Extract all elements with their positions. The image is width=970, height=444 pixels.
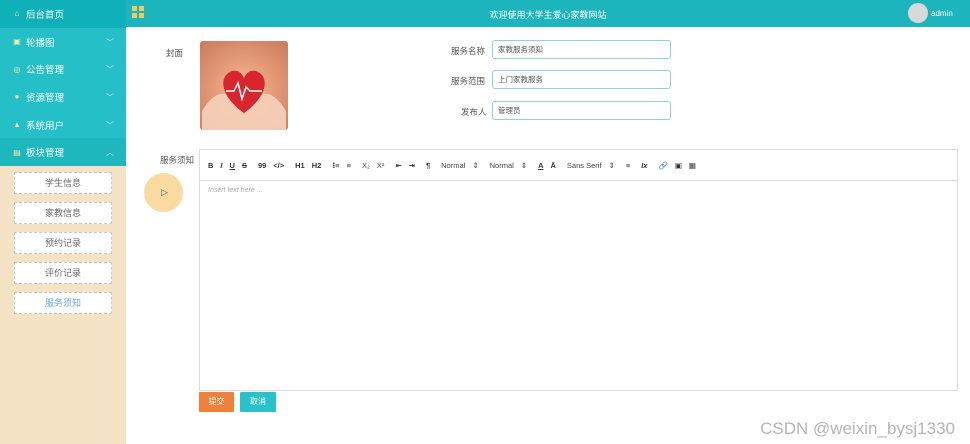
module-icon: ▤ [13, 147, 21, 157]
chevron-down-icon: ﹀ [106, 93, 114, 103]
image-icon[interactable]: ▣ [675, 161, 682, 170]
submit-button[interactable]: 提交 [199, 392, 234, 412]
user-icon: ▲ [13, 120, 21, 130]
background-color-button[interactable]: Ā [551, 161, 556, 170]
cursor-icon: ▷ [161, 187, 168, 197]
indent-button[interactable]: ⇥ [409, 161, 415, 170]
code-button[interactable]: </> [273, 161, 284, 170]
underline-button[interactable]: U [230, 161, 235, 170]
rich-text-editor: B I U S 99 </> H1 H2 ⁝≡ ≡ X₂ X² ⇤ ⇥ ¶ No… [199, 149, 958, 391]
notice-label: 服务须知 [160, 155, 195, 165]
header-title: 欢迎使用大学生爱心家教网站 [489, 10, 607, 20]
editor-textarea[interactable]: Insert text here ... [200, 181, 957, 200]
home-icon: ⌂ [14, 9, 20, 19]
service-name-input[interactable]: 家教服务须知 [492, 40, 671, 59]
bullet-list-button[interactable]: ≡ [347, 161, 351, 170]
sidebar-item-label: 资源管理 [26, 92, 65, 104]
video-icon[interactable]: ▦ [689, 161, 696, 170]
submenu-item-tutor[interactable]: 家教信息 [14, 202, 112, 225]
blockquote-button[interactable]: 99 [258, 161, 266, 170]
avatar[interactable] [908, 3, 928, 23]
publisher-input[interactable]: 管理员 [492, 101, 671, 120]
publisher-label: 发布人 [461, 107, 487, 117]
link-icon[interactable]: 🔗 [658, 161, 667, 170]
italic-button[interactable]: I [220, 161, 222, 170]
username[interactable]: admin [931, 9, 953, 18]
sidebar-menu: ⌂ 后台首页 ▣ 轮播图 ﹀ ◎ 公告管理 ﹀ ● 资源管理 ﹀ ▲ 系统用户 … [0, 0, 126, 167]
h1-button[interactable]: H1 [295, 161, 305, 170]
submenu-item-service-notice[interactable]: 服务须知 [14, 292, 112, 315]
service-scope-input[interactable]: 上门家教服务 [492, 70, 671, 89]
image-icon: ▣ [13, 37, 21, 47]
sidebar-item-label: 系统用户 [26, 120, 65, 132]
strike-button[interactable]: S [242, 161, 247, 170]
watermark: CSDN @weixin_bysj1330 [760, 419, 955, 438]
chevron-up-icon: ︿ [106, 148, 114, 158]
clean-format-button[interactable]: Ix [641, 161, 647, 170]
chevron-down-icon: ﹀ [106, 65, 114, 75]
sidebar-item-system-user[interactable]: ▲ 系统用户 ﹀ [0, 111, 126, 139]
subscript-button[interactable]: X₂ [362, 161, 370, 170]
ordered-list-button[interactable]: ⁝≡ [332, 161, 339, 170]
submenu-item-booking[interactable]: 预约记录 [14, 232, 112, 255]
submenu-item-student[interactable]: 学生信息 [14, 172, 112, 195]
top-header: 欢迎使用大学生爱心家教网站 admin [126, 0, 970, 27]
bold-button[interactable]: B [208, 161, 213, 170]
service-name-label: 服务名称 [451, 46, 486, 56]
superscript-button[interactable]: X² [377, 161, 385, 170]
chevron-updown-icon: ⇕ [520, 160, 528, 170]
chevron-down-icon: ﹀ [106, 37, 114, 47]
cover-label: 封面 [166, 48, 184, 58]
font-color-button[interactable]: A [538, 161, 543, 170]
size-select[interactable]: Normal [441, 161, 465, 170]
sidebar-item-module[interactable]: ▤ 板块管理 ︿ [0, 138, 126, 167]
sidebar-item-home[interactable]: ⌂ 后台首页 [0, 0, 126, 28]
sidebar: ⌂ 后台首页 ▣ 轮播图 ﹀ ◎ 公告管理 ﹀ ● 资源管理 ﹀ ▲ 系统用户 … [0, 0, 126, 444]
text-direction-button[interactable]: ¶ [426, 161, 430, 170]
editor-toolbar: B I U S 99 </> H1 H2 ⁝≡ ≡ X₂ X² ⇤ ⇥ ¶ No… [200, 150, 957, 181]
header-select[interactable]: Normal [490, 161, 514, 170]
chevron-updown-icon: ⇕ [608, 160, 615, 170]
chevron-updown-icon: ⇕ [472, 160, 479, 170]
align-button[interactable]: ≡ [626, 161, 630, 170]
sidebar-item-label: 后台首页 [26, 9, 65, 21]
sidebar-submenu: 学生信息 家教信息 预约记录 评价记录 服务须知 [0, 166, 126, 315]
font-select[interactable]: Sans Serif [567, 161, 602, 170]
h2-button[interactable]: H2 [312, 161, 322, 170]
main-content: 封面 服务名称 家教服务须知 服务范围 上门家教服务 发布人 管理员 服务须知 … [126, 27, 970, 444]
resource-icon: ● [14, 92, 20, 102]
sidebar-item-resource[interactable]: ● 资源管理 ﹀ [0, 83, 126, 111]
submenu-item-review[interactable]: 评价记录 [14, 262, 112, 285]
sidebar-item-label: 板块管理 [26, 148, 65, 160]
heart-hands-icon [202, 70, 286, 130]
outdent-button[interactable]: ⇤ [395, 161, 401, 170]
sidebar-item-label: 公告管理 [26, 65, 65, 77]
chevron-down-icon: ﹀ [106, 120, 114, 130]
sidebar-item-label: 轮播图 [26, 37, 55, 49]
cancel-button[interactable]: 取消 [240, 392, 276, 412]
notice-icon: ◎ [13, 64, 21, 74]
sidebar-item-carousel[interactable]: ▣ 轮播图 ﹀ [0, 28, 126, 56]
sidebar-item-notice[interactable]: ◎ 公告管理 ﹀ [0, 55, 126, 83]
service-scope-label: 服务范围 [451, 76, 486, 86]
cursor-highlight: ▷ [144, 173, 183, 212]
cover-image[interactable] [200, 41, 288, 130]
